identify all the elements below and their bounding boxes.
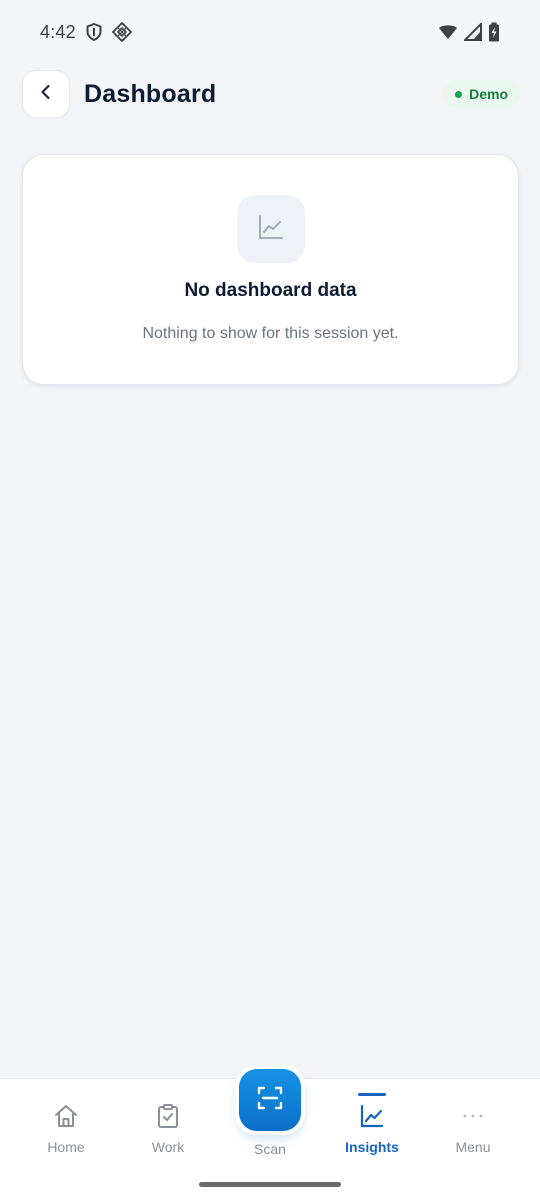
empty-state-title: No dashboard data bbox=[184, 280, 357, 301]
nav-item-menu[interactable]: Menu bbox=[423, 1079, 523, 1179]
signal-icon bbox=[464, 23, 482, 41]
clipboard-check-icon bbox=[155, 1103, 181, 1129]
page-title: Dashboard bbox=[84, 79, 217, 108]
more-horizontal-icon bbox=[460, 1103, 486, 1129]
status-badge: Demo bbox=[443, 80, 520, 108]
nav-item-insights[interactable]: Insights bbox=[322, 1079, 422, 1179]
empty-state-icon-box bbox=[237, 195, 305, 263]
nav-label-home: Home bbox=[47, 1139, 85, 1155]
wifi-icon bbox=[438, 24, 458, 40]
home-icon bbox=[53, 1103, 79, 1129]
home-indicator[interactable] bbox=[199, 1182, 341, 1187]
nav-label-menu: Menu bbox=[455, 1139, 491, 1155]
status-time: 4:42 bbox=[40, 21, 76, 42]
diamond-grid-icon bbox=[111, 22, 132, 42]
chevron-left-icon bbox=[37, 83, 55, 106]
empty-state-card: No dashboard data Nothing to show for th… bbox=[22, 154, 519, 385]
line-chart-icon bbox=[359, 1103, 385, 1129]
nav-label-scan: Scan bbox=[254, 1141, 286, 1157]
scan-icon bbox=[256, 1084, 284, 1117]
header: Dashboard Demo bbox=[22, 70, 520, 118]
shield-icon bbox=[86, 23, 102, 41]
nav-item-scan[interactable]: Scan bbox=[219, 1069, 321, 1169]
nav-item-home[interactable]: Home bbox=[16, 1079, 116, 1179]
empty-state-subtitle: Nothing to show for this session yet. bbox=[142, 325, 399, 342]
nav-item-work[interactable]: Work bbox=[118, 1079, 218, 1179]
status-bar: 4:42 bbox=[0, 0, 540, 64]
status-badge-label: Demo bbox=[469, 86, 508, 102]
nav-label-insights: Insights bbox=[345, 1139, 399, 1155]
active-tab-indicator bbox=[358, 1093, 386, 1096]
nav-label-work: Work bbox=[151, 1139, 185, 1155]
status-dot-icon bbox=[455, 90, 463, 98]
line-chart-icon bbox=[256, 212, 286, 247]
battery-charging-icon bbox=[488, 22, 500, 42]
scan-button[interactable] bbox=[239, 1069, 301, 1131]
back-button[interactable] bbox=[22, 70, 70, 118]
